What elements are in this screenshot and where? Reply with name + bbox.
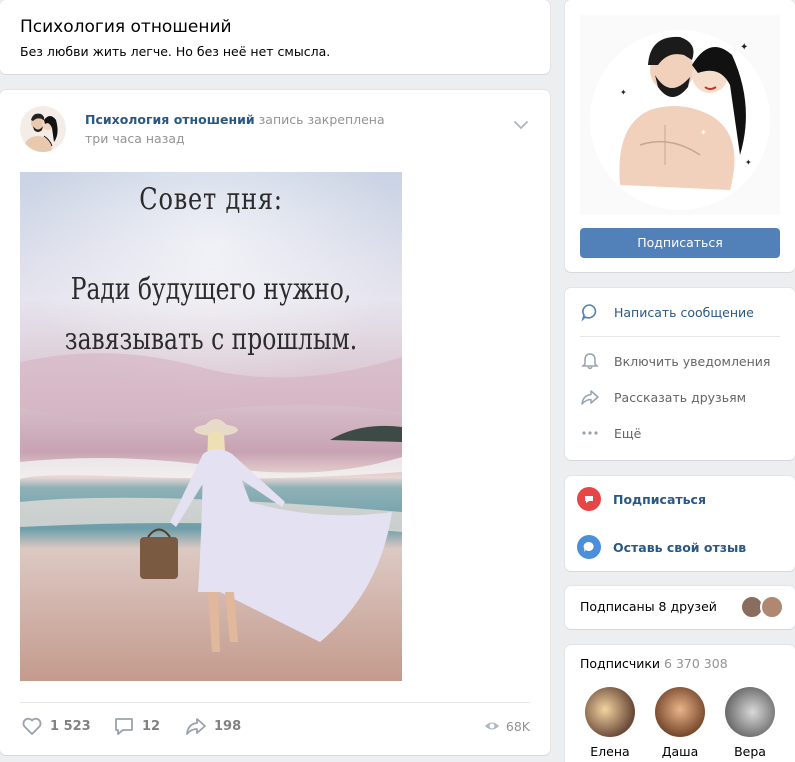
action-label: Включить уведомления — [614, 353, 771, 369]
svg-text:✦: ✦ — [740, 42, 748, 53]
feedback-widget[interactable]: Оставь свой отзыв — [577, 532, 783, 562]
community-status: Без любви жить легче. Но без неё нет смы… — [20, 44, 331, 59]
subscriber-name: Даша — [661, 744, 699, 759]
views-counter: 68K — [484, 714, 530, 738]
avatar — [655, 687, 705, 737]
like-count: 1 523 — [50, 718, 91, 734]
community-avatar[interactable] — [20, 106, 66, 152]
image-caption-title: Совет дня: — [139, 182, 283, 217]
widget-label: Подписаться — [613, 491, 706, 507]
more-action[interactable]: Ещё — [580, 421, 780, 445]
post-author-line: Психология отношений запись закреплена — [85, 112, 385, 127]
community-actions: Написать сообщение Включить уведомления … — [565, 288, 795, 460]
page-title: Психология отношений — [20, 17, 232, 37]
share-icon — [186, 718, 206, 735]
image-caption-line: завязывать с прошлым. — [64, 322, 358, 357]
avatar — [760, 595, 784, 619]
subscribe-widget[interactable]: Подписаться — [577, 484, 783, 514]
beach-photo — [20, 172, 402, 681]
subscribers-title: Подписчики — [580, 656, 661, 671]
pinned-label: запись закреплена — [258, 112, 385, 127]
share-count: 198 — [214, 718, 242, 734]
action-label: Ещё — [614, 425, 642, 441]
friends-subscribed[interactable]: Подписаны 8 друзей — [565, 586, 795, 629]
post-author-link[interactable]: Психология отношений — [85, 112, 255, 127]
post-divider — [20, 702, 530, 703]
divider — [580, 336, 780, 337]
comment-count: 12 — [142, 718, 161, 734]
subscribers-block: Подписчики 6 370 308 Елена Даша Вера — [565, 645, 795, 762]
svg-text:✦: ✦ — [620, 88, 627, 97]
comment-icon — [115, 718, 133, 735]
share-button[interactable]: 198 — [184, 714, 241, 738]
image-caption-line: Ради будущего нужно, — [70, 272, 352, 307]
svg-text:✦: ✦ — [700, 128, 707, 137]
tell-friends-action[interactable]: Рассказать друзьям — [580, 385, 780, 409]
write-message-action[interactable]: Написать сообщение — [580, 300, 780, 324]
heart-icon — [22, 717, 42, 735]
share-icon — [581, 390, 599, 405]
post-time[interactable]: три часа назад — [85, 131, 185, 146]
avatar — [725, 687, 775, 737]
pinned-post: Психология отношений запись закреплена тр… — [0, 90, 550, 755]
notifications-action[interactable]: Включить уведомления — [580, 349, 780, 373]
feedback-icon — [577, 535, 601, 559]
post-actions: 1 523 12 198 68K — [20, 714, 530, 738]
community-widgets: Подписаться Оставь свой отзыв — [565, 476, 795, 571]
widget-label: Оставь свой отзыв — [613, 539, 747, 555]
subscribe-button[interactable]: Подписаться — [580, 228, 780, 258]
more-icon — [582, 431, 598, 435]
bell-icon — [581, 353, 599, 370]
like-button[interactable]: 1 523 — [20, 714, 91, 738]
subscriber[interactable]: Даша — [654, 687, 706, 759]
eye-icon — [484, 722, 499, 730]
post-image[interactable]: Совет дня: Ради будущего нужно, завязыва… — [20, 172, 402, 681]
friends-count-text: Подписаны 8 друзей — [580, 599, 717, 614]
chevron-down-icon[interactable] — [512, 116, 530, 134]
subscribers-count: 6 370 308 — [664, 656, 728, 671]
svg-text:✦: ✦ — [745, 158, 752, 167]
action-label: Рассказать друзьям — [614, 389, 747, 405]
subscribers-header[interactable]: Подписчики 6 370 308 — [580, 656, 728, 671]
comment-button[interactable]: 12 — [112, 714, 160, 738]
subscriber[interactable]: Вера — [724, 687, 776, 759]
message-icon — [581, 304, 597, 322]
subscribe-widget-icon — [577, 487, 601, 511]
community-cover-card: ✦ ✦ ✦ ✦ Подписаться — [565, 0, 795, 272]
community-header: Психология отношений Без любви жить легч… — [0, 0, 550, 74]
views-count: 68K — [505, 718, 530, 734]
subscriber-name: Елена — [590, 744, 630, 759]
subscriber-name: Вера — [734, 744, 766, 759]
subscriber[interactable]: Елена — [584, 687, 636, 759]
post-header: Психология отношений запись закреплена тр… — [20, 104, 530, 154]
action-label: Написать сообщение — [614, 304, 754, 320]
community-cover-image[interactable]: ✦ ✦ ✦ ✦ — [580, 15, 780, 215]
avatar — [585, 687, 635, 737]
